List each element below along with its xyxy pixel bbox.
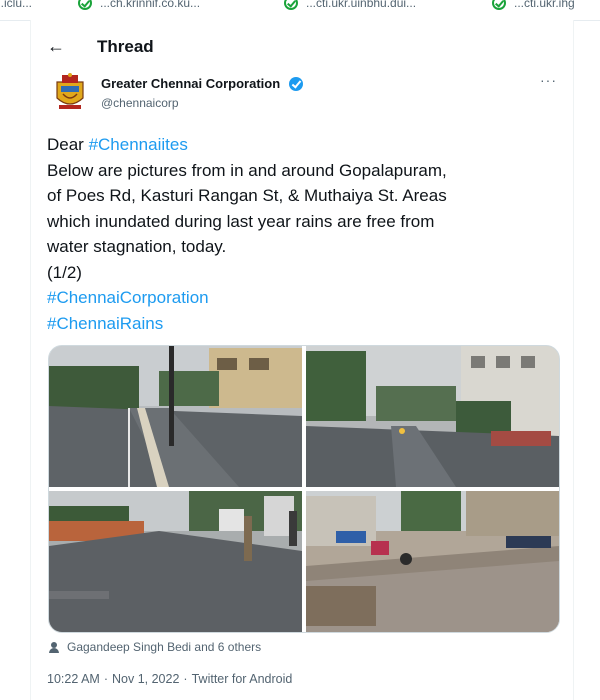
liked-by-text: Gagandeep Singh Bedi and 6 others — [67, 640, 262, 654]
tweet-time[interactable]: 10:22 AM — [47, 672, 100, 686]
tab-4[interactable]: ...cti.ukr.ihg — [492, 0, 575, 12]
browser-tab-strip: ...iclu... ...ch.krinnif.co.ku... ...cti… — [0, 0, 600, 21]
tweet-line: Dear #Chennaiites — [47, 132, 557, 158]
tab-2-label: ...ch.krinnif.co.ku... — [100, 0, 201, 10]
tab-4-label: ...cti.ukr.ihg — [514, 0, 575, 10]
separator-dot: · — [183, 672, 188, 686]
tab-1-label: ...iclu... — [0, 0, 33, 10]
tweet-line: (1/2) — [47, 262, 82, 282]
tweet-date[interactable]: Nov 1, 2022 — [112, 672, 179, 686]
hashtag-link[interactable]: #ChennaiCorporation — [47, 285, 557, 311]
tab-1[interactable]: ...iclu... — [0, 0, 32, 12]
tab-3-label: ...cti.ukr.uinbhu.dui... — [306, 0, 417, 10]
tweet-photo[interactable] — [306, 491, 559, 632]
author-handle[interactable]: @chennaicorp — [101, 96, 179, 110]
page-title: Thread — [97, 37, 154, 56]
author-name[interactable]: Greater Chennai Corporation — [101, 76, 280, 91]
person-icon — [49, 641, 59, 653]
tweet-meta: 10:22 AM · Nov 1, 2022 · Twitter for Android — [47, 672, 296, 686]
check-icon — [284, 0, 298, 10]
tweet-line: water stagnation, today. — [47, 237, 227, 256]
thread-header: ← Thread — [31, 34, 573, 62]
tweet-line: Below are pictures from in and around Go… — [47, 160, 447, 180]
photo-grid — [48, 345, 560, 633]
tweet-photo[interactable] — [49, 346, 302, 487]
tweet-photo[interactable] — [306, 346, 559, 487]
arrow-left-icon[interactable]: ← — [47, 36, 65, 57]
tweet-source[interactable]: Twitter for Android — [192, 672, 293, 686]
check-icon — [78, 0, 92, 10]
hashtag-link[interactable]: #ChennaiRains — [47, 311, 557, 337]
tab-3[interactable]: ...cti.ukr.uinbhu.dui... — [284, 0, 416, 12]
separator-dot: · — [103, 672, 108, 686]
hashtag-link[interactable]: #Chennaiites — [89, 135, 188, 154]
tweet-greeting: Dear — [47, 135, 89, 154]
tweet-line: of Poes Rd, Kasturi Rangan St, & Muthaiy… — [47, 186, 447, 205]
tweet-text: Dear #Chennaiites Below are pictures fro… — [47, 132, 557, 336]
avatar[interactable] — [53, 72, 87, 112]
tweet-line: which inundated during last year rains a… — [47, 211, 435, 231]
check-icon — [492, 0, 506, 10]
liked-by[interactable]: Gagandeep Singh Bedi and 6 others — [49, 640, 261, 654]
timeline-column: ← Thread Greater Chennai Corporation @ch… — [30, 20, 574, 700]
tweet-photo[interactable] — [49, 491, 302, 632]
more-options-icon[interactable]: ··· — [540, 72, 557, 88]
tab-2[interactable]: ...ch.krinnif.co.ku... — [78, 0, 200, 12]
verified-badge-icon — [289, 77, 303, 91]
